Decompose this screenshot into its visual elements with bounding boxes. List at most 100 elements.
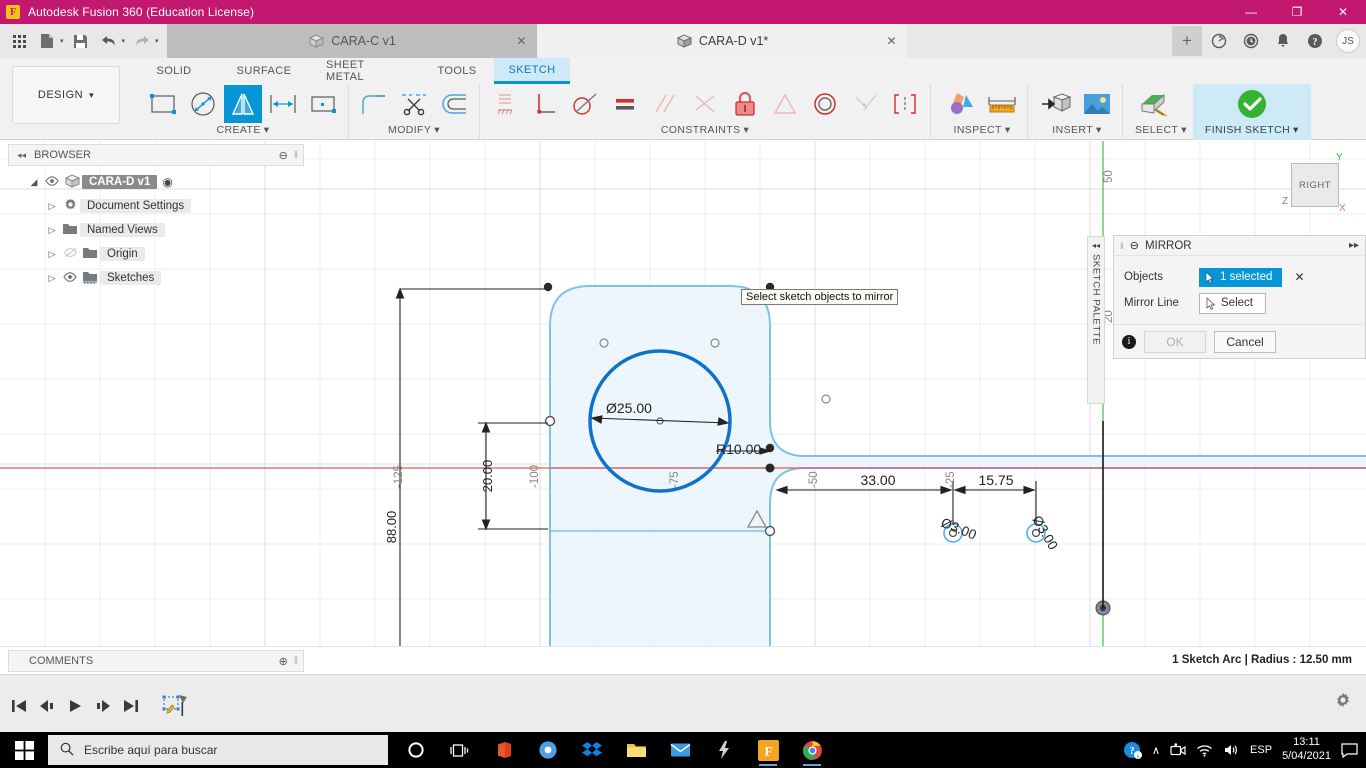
fillet-tool-icon[interactable]	[355, 85, 393, 123]
language-indicator[interactable]: ESP	[1250, 744, 1272, 756]
ok-button[interactable]: OK	[1144, 330, 1206, 353]
maximize-button[interactable]: ❐	[1274, 0, 1320, 24]
expand-arrow-icon[interactable]: ◢	[26, 177, 42, 188]
taskbar-app-chrome-blue[interactable]	[528, 732, 568, 768]
job-status-icon[interactable]	[1204, 26, 1234, 56]
cortana-icon[interactable]	[396, 732, 436, 768]
search-input[interactable]: Escribe aquí para buscar	[48, 735, 388, 765]
mirror-line-select-button[interactable]: Select	[1199, 292, 1266, 314]
insert-image-icon[interactable]	[1078, 85, 1116, 123]
perpendicular-constraint-icon[interactable]	[526, 85, 564, 123]
expand-arrow-icon[interactable]: ▷	[44, 201, 60, 212]
info-icon[interactable]: i	[1122, 334, 1136, 349]
avatar[interactable]: JS	[1336, 29, 1360, 53]
task-view-icon[interactable]	[440, 732, 480, 768]
comments-panel[interactable]: COMMENTS ⊕ ‖	[8, 650, 304, 672]
go-to-end-icon[interactable]	[120, 695, 142, 717]
help-icon[interactable]: ?	[1300, 26, 1330, 56]
minimize-icon[interactable]: ⊖	[279, 149, 288, 162]
horizontal-vertical-constraint-icon[interactable]	[686, 85, 724, 123]
concentric-constraint-icon[interactable]	[806, 85, 844, 123]
step-forward-icon[interactable]	[92, 695, 114, 717]
expand-arrow-icon[interactable]: ▷	[44, 225, 60, 236]
measure-tool-icon[interactable]	[983, 85, 1021, 123]
resize-grip-icon[interactable]: ‖	[294, 656, 298, 667]
collinear-constraint-icon[interactable]	[846, 85, 884, 123]
finish-sketch-button[interactable]: FINISH SKETCH ▾	[1192, 84, 1311, 140]
chevron-down-icon[interactable]: ▾	[1181, 124, 1187, 136]
point-tool-icon[interactable]	[304, 85, 342, 123]
expand-arrow-icon[interactable]: ▷	[44, 273, 60, 284]
close-icon[interactable]: ✕	[516, 34, 526, 48]
windows-start-icon[interactable]	[0, 732, 48, 768]
offset-tool-icon[interactable]	[435, 85, 473, 123]
chevron-down-icon[interactable]: ▾	[1005, 124, 1011, 136]
hidden-eye-icon[interactable]	[60, 247, 80, 261]
camera-icon[interactable]	[1170, 743, 1186, 757]
tree-item-sketches[interactable]: ▷ Sketches	[8, 266, 304, 290]
tangent-constraint-icon[interactable]	[566, 85, 604, 123]
play-icon[interactable]	[64, 695, 86, 717]
taskbar-app-mail[interactable]	[660, 732, 700, 768]
symmetry-constraint-icon[interactable]	[766, 85, 804, 123]
chevron-down-icon[interactable]: ▾	[1293, 124, 1299, 136]
taskbar-app-office[interactable]	[484, 732, 524, 768]
help-tray-icon[interactable]: ? i	[1123, 741, 1142, 760]
curvature-constraint-icon[interactable]	[886, 85, 924, 123]
rectangle-tool-icon[interactable]	[144, 85, 182, 123]
undo-caret-icon[interactable]: ▾	[122, 37, 126, 45]
chevron-down-icon[interactable]: ▾	[264, 124, 270, 136]
visibility-eye-icon[interactable]	[42, 175, 62, 189]
tree-item-named-views[interactable]: ▷ Named Views	[8, 218, 304, 242]
dimension-tool-icon[interactable]	[264, 85, 302, 123]
visibility-eye-icon[interactable]	[60, 271, 80, 285]
fix-constraint-icon[interactable]	[486, 85, 524, 123]
volume-icon[interactable]	[1223, 743, 1240, 757]
taskbar-app-fusion360[interactable]: F	[748, 732, 788, 768]
collapse-icon[interactable]: ◂◂	[17, 150, 26, 161]
minimize-icon[interactable]: ⊖	[1130, 239, 1139, 252]
save-icon[interactable]	[68, 28, 94, 54]
resize-grip-icon[interactable]: ‖	[294, 150, 298, 161]
taskbar-app-explorer[interactable]	[616, 732, 656, 768]
equal-constraint-icon[interactable]	[606, 85, 644, 123]
recent-clock-icon[interactable]	[1236, 26, 1266, 56]
component-activate-icon[interactable]: ◉	[162, 175, 172, 189]
select-tool-icon[interactable]	[1135, 85, 1173, 123]
sketch-palette-strip[interactable]: ◂◂ SKETCH PALETTE	[1087, 236, 1105, 404]
document-tab-cara-c[interactable]: CARA-C v1 ✕	[166, 24, 537, 58]
sketch-feature-icon[interactable]	[158, 689, 192, 723]
expand-icon[interactable]: ▸▸	[1349, 240, 1359, 251]
tab-sketch[interactable]: SKETCH	[494, 58, 570, 84]
bell-icon[interactable]	[1268, 26, 1298, 56]
clock[interactable]: 13:11 5/04/2021	[1282, 736, 1331, 764]
new-document-caret-icon[interactable]: ▾	[60, 37, 64, 45]
tab-surface[interactable]: SURFACE	[218, 58, 310, 84]
step-back-icon[interactable]	[36, 695, 58, 717]
timeline-settings-gear-icon[interactable]	[1334, 691, 1352, 714]
view-cube[interactable]: RIGHT	[1291, 163, 1339, 207]
grid-icon[interactable]	[6, 28, 32, 54]
chevron-down-icon[interactable]: ▾	[743, 124, 749, 136]
close-button[interactable]: ✕	[1320, 0, 1366, 24]
tree-item-document-settings[interactable]: ▷ Document Settings	[8, 194, 304, 218]
workspace-switcher[interactable]: DESIGN ▾	[12, 66, 120, 124]
document-tab-cara-d[interactable]: CARA-D v1* ✕	[536, 24, 907, 58]
add-comment-icon[interactable]: ⊕	[279, 655, 288, 668]
minimize-button[interactable]: —	[1228, 0, 1274, 24]
insert-derive-icon[interactable]	[1038, 85, 1076, 123]
wifi-icon[interactable]	[1196, 743, 1213, 757]
tab-solid[interactable]: SOLID	[130, 58, 218, 84]
clear-selection-icon[interactable]: ✕	[1294, 270, 1304, 284]
tree-item-cara-d[interactable]: ◢ CARA-D v1 ◉	[8, 170, 304, 194]
taskbar-app-lightning[interactable]	[704, 732, 744, 768]
trim-scissors-icon[interactable]	[395, 85, 433, 123]
mirror-tool-icon[interactable]	[224, 85, 262, 123]
cancel-button[interactable]: Cancel	[1214, 330, 1276, 353]
expand-arrow-icon[interactable]: ▷	[44, 249, 60, 260]
new-document-icon[interactable]	[34, 28, 60, 54]
new-tab-button[interactable]: +	[1172, 26, 1202, 56]
redo-caret-icon[interactable]: ▾	[155, 37, 159, 45]
parallel-constraint-icon[interactable]	[646, 85, 684, 123]
tab-tools[interactable]: TOOLS	[420, 58, 494, 84]
